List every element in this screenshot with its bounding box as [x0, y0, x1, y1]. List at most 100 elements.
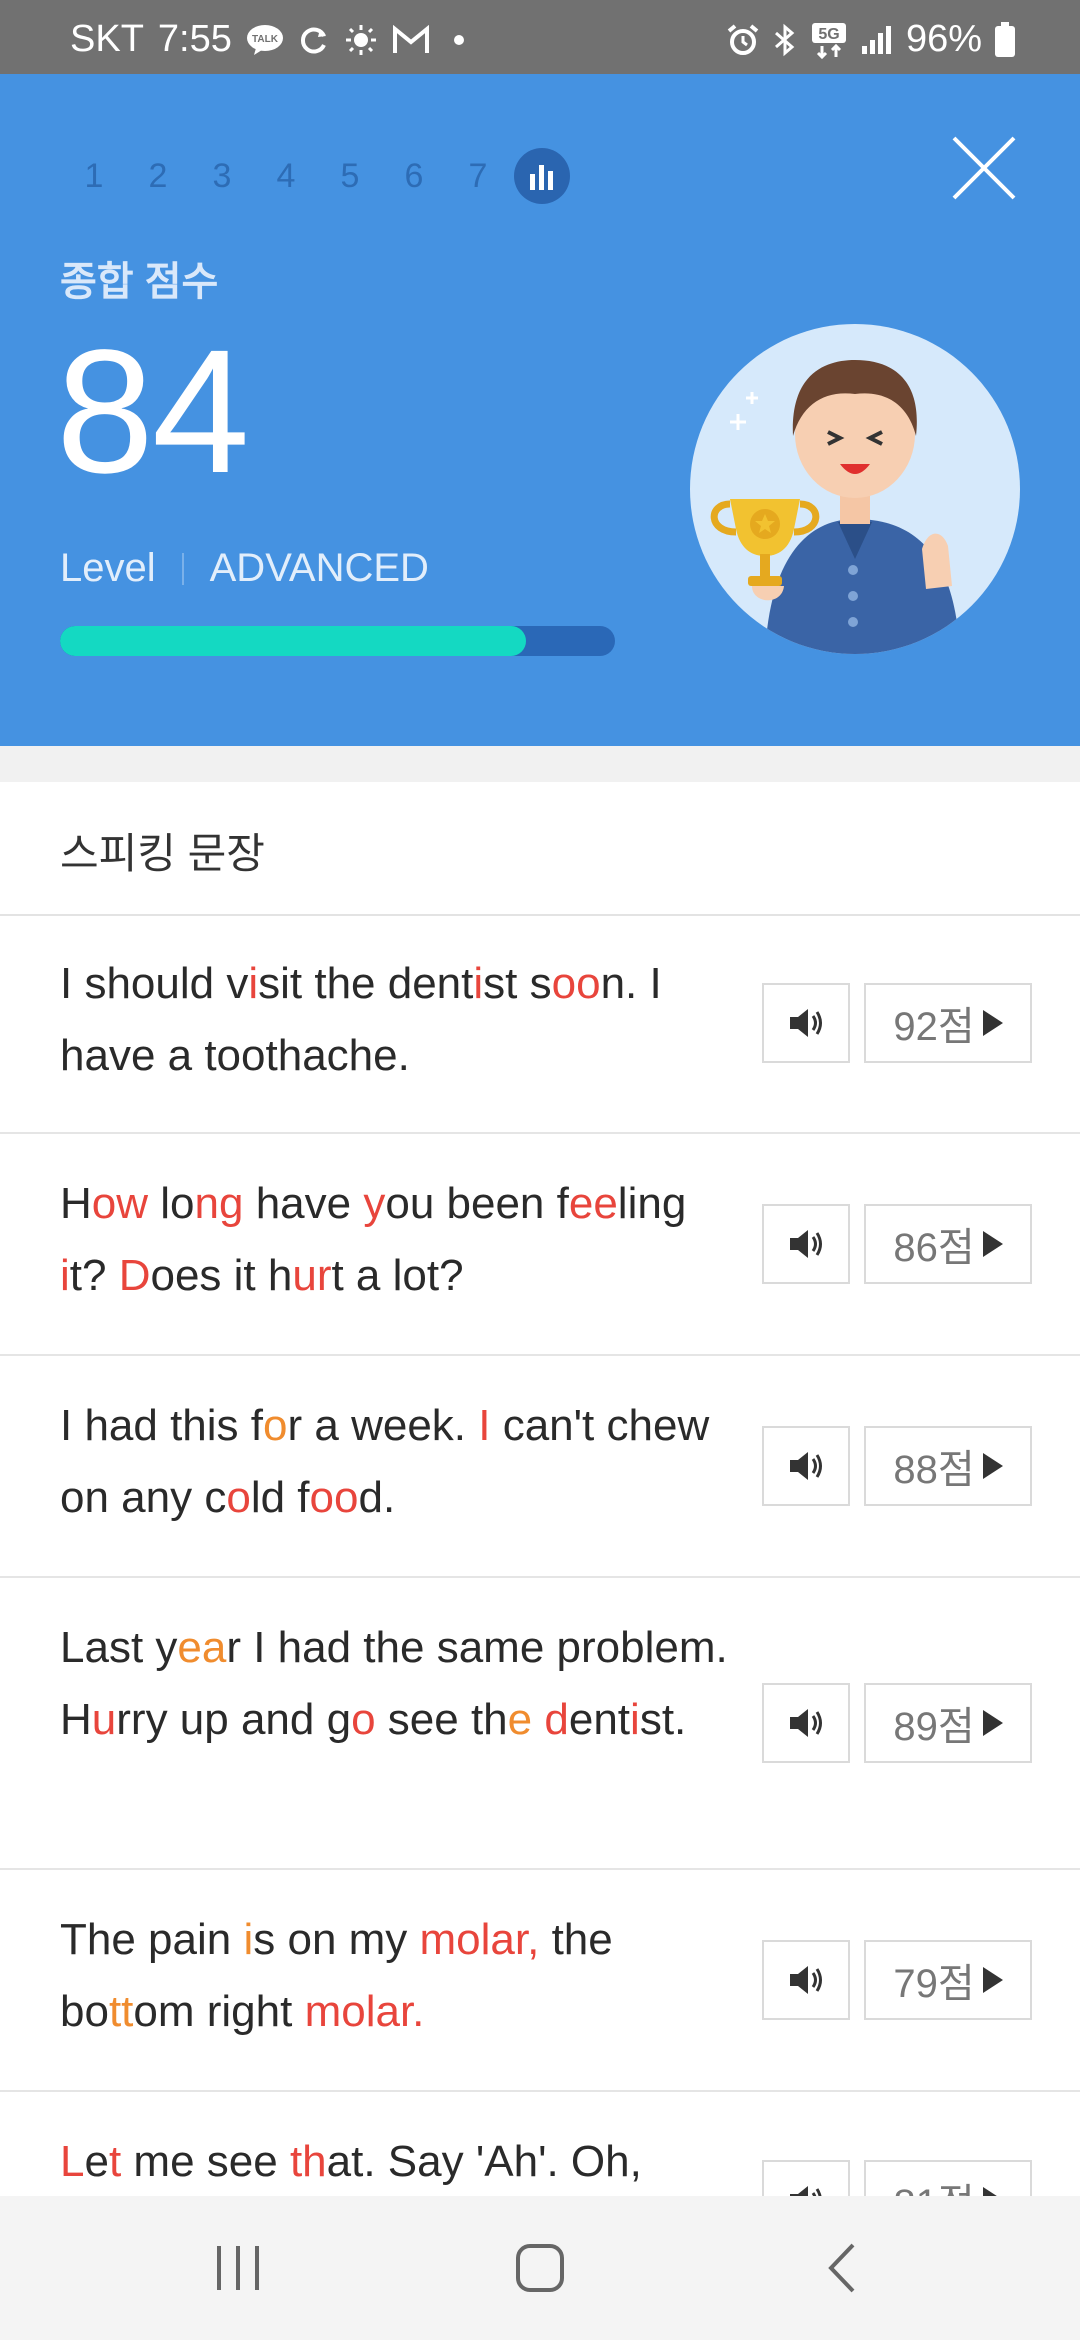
sentence-segment: st s — [483, 959, 552, 1008]
pronunciation-error-segment: i — [60, 1251, 70, 1300]
sentence-segment: H — [60, 1179, 92, 1228]
sentence-segment: t? — [69, 1251, 119, 1300]
sentence-text: The pain is on my molar, the bottom righ… — [60, 1904, 740, 2048]
close-button[interactable] — [948, 132, 1020, 204]
score-progress-fill — [60, 626, 527, 656]
score-title: 종합 점수 — [60, 260, 219, 304]
step-5[interactable]: 5 — [318, 146, 382, 206]
step-4[interactable]: 4 — [254, 146, 318, 206]
sync-icon — [298, 24, 330, 56]
pronunciation-error-segment: o — [263, 1401, 288, 1450]
brightness-icon — [344, 23, 378, 57]
level-label: Level — [60, 546, 156, 590]
sentence-score-button[interactable]: 88점 — [864, 1426, 1032, 1506]
pronunciation-error-segment: e — [507, 1695, 533, 1744]
5g-icon: 5G — [810, 21, 848, 59]
sentence-segment: d. — [358, 1473, 396, 1522]
step-3[interactable]: 3 — [190, 146, 254, 206]
step-6[interactable]: 6 — [382, 146, 446, 206]
pronunciation-error-segment: oo — [551, 959, 601, 1008]
sentence-segment: oes it h — [150, 1251, 293, 1300]
sentence-segment: Last y — [60, 1623, 178, 1672]
home-button[interactable] — [480, 2196, 600, 2340]
pronunciation-error-segment: i — [473, 959, 484, 1008]
play-audio-button[interactable] — [762, 1426, 850, 1506]
status-bar: SKT 7:55 TALK 5G 96% — [0, 0, 1080, 74]
recents-button[interactable] — [178, 2196, 298, 2340]
level-row: Level ADVANCED — [60, 546, 429, 591]
sentence-score-button[interactable]: 92점 — [864, 983, 1032, 1063]
bar-chart-icon[interactable] — [514, 148, 570, 204]
pronunciation-error-segment: tt — [108, 1987, 134, 2036]
sentence-score: 79점 — [893, 1962, 975, 2006]
speaker-icon — [790, 1709, 822, 1737]
home-icon — [516, 2244, 564, 2292]
svg-text:5G: 5G — [818, 26, 839, 43]
sentence-item: I should visit the dentist soon. I have … — [0, 914, 1080, 1134]
pronunciation-error-segment: u — [91, 1695, 117, 1744]
pronunciation-error-segment: i — [630, 1695, 640, 1744]
sentence-segment: me see — [121, 2137, 290, 2186]
back-button[interactable] — [782, 2196, 902, 2340]
pronunciation-error-segment: i — [243, 1915, 254, 1964]
pronunciation-error-segment: molar. — [304, 1987, 425, 2036]
section-divider — [0, 746, 1080, 782]
sentence-segment — [532, 1695, 544, 1744]
sentence-score: 88점 — [893, 1448, 975, 1492]
play-triangle-icon — [982, 1010, 1003, 1036]
sentence-item: I had this for a week. I can't chew on a… — [0, 1356, 1080, 1578]
level-divider — [181, 552, 184, 585]
play-audio-button[interactable] — [762, 983, 850, 1063]
sentence-segment: rry up and g — [116, 1695, 352, 1744]
play-triangle-icon — [982, 1967, 1003, 1993]
sentence-score-button[interactable]: 89점 — [864, 1683, 1032, 1763]
sentence-segment: lo — [148, 1179, 195, 1228]
back-icon — [828, 2243, 855, 2293]
carrier-label: SKT — [70, 18, 144, 60]
step-7[interactable]: 7 — [446, 146, 510, 206]
pronunciation-error-segment: o — [226, 1473, 251, 1522]
play-audio-button[interactable] — [762, 1940, 850, 2020]
clock-label: 7:55 — [157, 18, 232, 60]
sentence-item: The pain is on my molar, the bottom righ… — [0, 1870, 1080, 2092]
sentence-text: I had this for a week. I can't chew on a… — [60, 1390, 740, 1534]
play-audio-button[interactable] — [762, 1683, 850, 1763]
sentence-segment: I should v — [60, 959, 249, 1008]
sentence-text: I should visit the dentist soon. I have … — [60, 948, 740, 1092]
sentence-score-button[interactable]: 79점 — [864, 1940, 1032, 2020]
section-title: 스피킹 문장 — [60, 830, 265, 877]
score-header: 1 2 3 4 5 6 7 종합 점수 84 Level ADVANCED — [0, 74, 1080, 746]
sentence-segment: The pain — [60, 1915, 244, 1964]
pronunciation-error-segment: i — [248, 959, 259, 1008]
battery-icon — [994, 21, 1016, 58]
play-audio-button[interactable] — [762, 1204, 850, 1284]
dot-icon — [444, 25, 474, 55]
pronunciation-error-segment: D — [118, 1251, 151, 1300]
pronunciation-error-segment: ur — [292, 1251, 332, 1300]
speaker-icon — [790, 1230, 822, 1258]
sentence-segment: I had this f — [60, 1401, 264, 1450]
battery-percent: 96% — [905, 18, 982, 60]
sentence-text: How long have you been feeling it? Does … — [60, 1168, 740, 1312]
step-indicator: 1 2 3 4 5 6 7 — [62, 146, 570, 206]
sentence-segment: sit the dent — [258, 959, 474, 1008]
svg-text:TALK: TALK — [252, 34, 279, 45]
step-2[interactable]: 2 — [126, 146, 190, 206]
pronunciation-error-segment: ng — [194, 1179, 244, 1228]
sentence-segment: s on my — [253, 1915, 420, 1964]
section-header: 스피킹 문장 — [0, 782, 1080, 916]
play-triangle-icon — [982, 1453, 1003, 1479]
step-1[interactable]: 1 — [62, 146, 126, 206]
pronunciation-error-segment: L — [60, 2137, 85, 2186]
sentence-segment: ent — [568, 1695, 631, 1744]
pronunciation-error-segment: ea — [177, 1623, 227, 1672]
pronunciation-error-segment: o — [351, 1695, 376, 1744]
level-value: ADVANCED — [209, 546, 429, 590]
speaker-icon — [790, 1966, 822, 1994]
sentence-score: 89점 — [893, 1705, 975, 1749]
pronunciation-error-segment: oo — [309, 1473, 359, 1522]
sentence-segment: see th — [375, 1695, 508, 1744]
bluetooth-icon — [772, 23, 798, 57]
sentence-score-button[interactable]: 86점 — [864, 1204, 1032, 1284]
score-progress-bar — [60, 626, 615, 656]
